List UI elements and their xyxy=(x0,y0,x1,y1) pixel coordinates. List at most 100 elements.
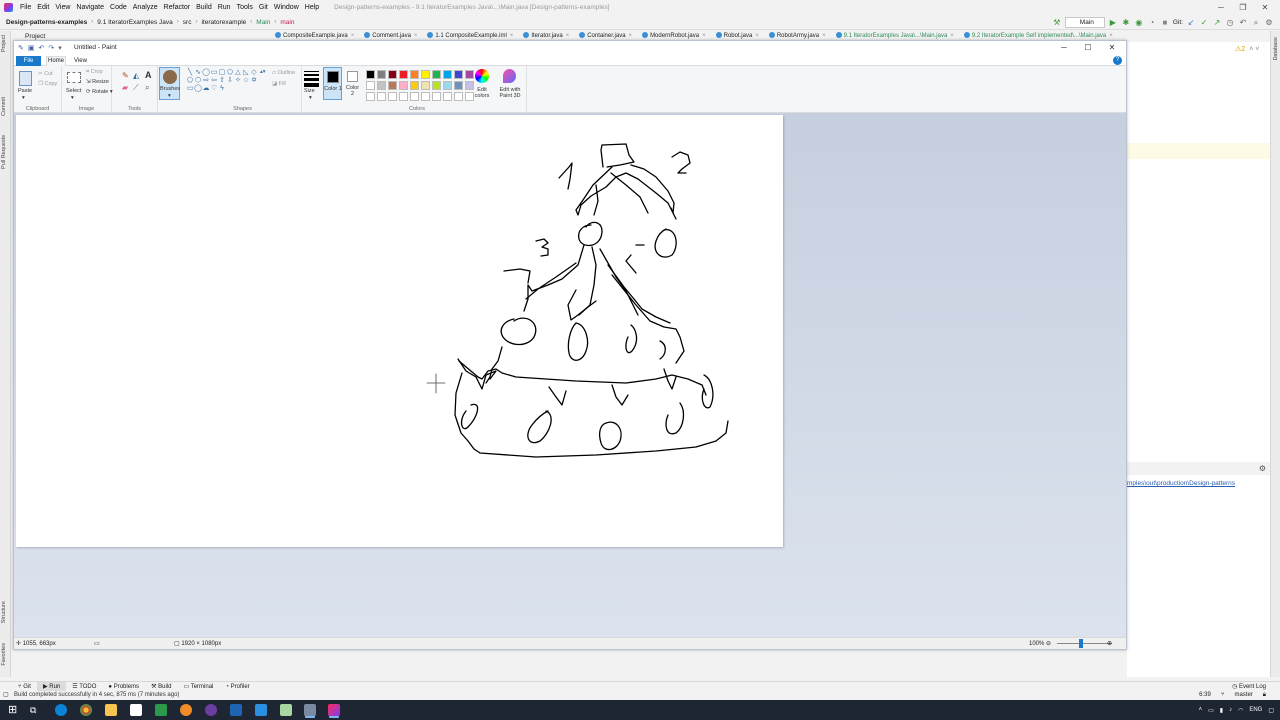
tab-close-icon[interactable]: × xyxy=(510,33,514,39)
drawing-canvas[interactable] xyxy=(16,115,783,547)
breadcrumb-class[interactable]: Main xyxy=(254,19,272,26)
custom-color-slot[interactable] xyxy=(399,92,408,101)
star5-shape-icon[interactable]: ☆ xyxy=(242,77,250,85)
tab-close-icon[interactable]: × xyxy=(822,33,826,39)
paste-dropdown-icon[interactable]: ▾ xyxy=(22,95,25,101)
firefox-icon[interactable] xyxy=(180,704,192,716)
custom-color-slot[interactable] xyxy=(454,92,463,101)
menu-code[interactable]: Code xyxy=(107,0,130,15)
paint-minimize-icon[interactable]: ─ xyxy=(1052,41,1076,55)
tab-close-icon[interactable]: × xyxy=(414,33,418,39)
history-icon[interactable]: ◷ xyxy=(1225,18,1235,28)
cut-button[interactable]: ✂ Cut xyxy=(38,71,53,77)
select-button[interactable]: Select xyxy=(66,88,81,94)
brushes-button[interactable]: Brushes ▾ xyxy=(159,67,180,100)
paint-taskbar-icon[interactable] xyxy=(304,704,316,716)
coverage-icon[interactable]: ◉ xyxy=(1134,18,1144,28)
gear-icon[interactable]: ⚙ xyxy=(1259,464,1266,473)
palette-swatch[interactable] xyxy=(432,70,441,79)
help-icon[interactable]: ? xyxy=(1113,56,1122,65)
palette-swatch[interactable] xyxy=(399,81,408,90)
tab-file[interactable]: File xyxy=(16,56,41,66)
tool-favorites[interactable]: Favorites xyxy=(1,643,7,666)
shapes-gallery[interactable]: ╲ ∿◯▭▢ ⬠ △ ◺ ◇⬠ ⬡ ⇨ ⇦ ⇧ ⇩ ✧ ☆ ✡▭◯☁♡ ϟ xyxy=(186,69,260,93)
star6-shape-icon[interactable]: ✡ xyxy=(250,77,258,85)
status-toggle-icon[interactable]: ▢ xyxy=(3,691,9,700)
tab-view[interactable]: View xyxy=(74,56,87,66)
custom-color-slot[interactable] xyxy=(432,92,441,101)
run-output-path-link[interactable]: mples\out\production\Design-patterns xyxy=(1127,480,1235,487)
fill-bucket-icon[interactable]: ◭ xyxy=(133,71,139,80)
tool-button-git[interactable]: ⑂ Git xyxy=(12,682,37,692)
zoom-out-icon[interactable]: ⊖ xyxy=(1046,638,1051,650)
volume-icon[interactable]: ♪ xyxy=(1229,707,1232,713)
color1-button[interactable]: Color 1 xyxy=(323,67,342,100)
language-indicator[interactable]: ENG xyxy=(1249,707,1262,713)
heart-shape-icon[interactable]: ♡ xyxy=(210,85,218,93)
custom-color-slot[interactable] xyxy=(388,92,397,101)
obs-icon[interactable] xyxy=(205,704,217,716)
file-explorer-icon[interactable] xyxy=(105,704,117,716)
notepad-icon[interactable] xyxy=(280,704,292,716)
breadcrumb-src[interactable]: src xyxy=(181,19,194,26)
windows-start-icon[interactable]: ⊞ xyxy=(8,704,20,716)
tool-commit[interactable]: Commit xyxy=(1,97,7,116)
breadcrumb-project[interactable]: Design-patterns-examples xyxy=(0,19,89,26)
tab-close-icon[interactable]: × xyxy=(755,33,759,39)
tab-close-icon[interactable]: × xyxy=(950,33,954,39)
git-push-icon[interactable]: ↗ xyxy=(1212,18,1222,28)
arrow-down-shape-icon[interactable]: ⇩ xyxy=(226,77,234,85)
select-dropdown-icon[interactable]: ▾ xyxy=(71,95,74,101)
menu-refactor[interactable]: Refactor xyxy=(161,0,193,15)
tool-button-run[interactable]: ▶ Run xyxy=(36,681,67,692)
custom-color-slot[interactable] xyxy=(410,92,419,101)
palette-swatch[interactable] xyxy=(366,70,375,79)
tool-structure[interactable]: Structure xyxy=(1,601,7,623)
hammer-icon[interactable]: ⚒ xyxy=(1052,18,1062,28)
palette-swatch[interactable] xyxy=(366,81,375,90)
close-icon[interactable]: ✕ xyxy=(1254,0,1276,15)
palette-swatch[interactable] xyxy=(454,70,463,79)
tool-button-problems[interactable]: ● Problems xyxy=(102,682,145,692)
tab-close-icon[interactable]: × xyxy=(351,33,355,39)
stop-icon[interactable]: ■ xyxy=(1160,18,1170,28)
paint3d-icon[interactable] xyxy=(503,69,516,83)
color2-button[interactable]: Color 2 xyxy=(344,67,361,100)
rounded-rect-shape-icon[interactable]: ▢ xyxy=(218,69,226,77)
shapes-scroll-icon[interactable]: ▴▾ xyxy=(260,69,266,75)
polygon-shape-icon[interactable]: ⬠ xyxy=(226,69,234,77)
palette-swatch[interactable] xyxy=(410,81,419,90)
git-update-icon[interactable]: ↙ xyxy=(1186,18,1196,28)
run-configuration-select[interactable]: Main xyxy=(1064,17,1105,28)
magnifier-icon[interactable]: ⌕ xyxy=(145,83,149,93)
lock-icon[interactable]: 🔒︎ xyxy=(1263,691,1266,700)
undo-icon[interactable]: ↶ xyxy=(39,44,45,52)
edge-icon[interactable] xyxy=(55,704,67,716)
size-icon[interactable] xyxy=(304,71,319,87)
callout-oval-shape-icon[interactable]: ◯ xyxy=(194,85,202,93)
menu-navigate[interactable]: Navigate xyxy=(73,0,107,15)
menu-tools[interactable]: Tools xyxy=(234,0,256,15)
tool-button-terminal[interactable]: ▭ Terminal xyxy=(177,682,219,692)
fill-button[interactable]: ◪ Fill xyxy=(272,81,286,87)
rotate-button[interactable]: ⟳ Rotate ▾ xyxy=(86,89,113,95)
cursor-position[interactable]: 6:39 xyxy=(1199,691,1211,700)
tool-database[interactable]: Database xyxy=(1273,37,1279,61)
search-icon[interactable]: ⌕ xyxy=(1251,18,1261,28)
palette-swatch[interactable] xyxy=(454,81,463,90)
menu-analyze[interactable]: Analyze xyxy=(130,0,161,15)
palette-swatch[interactable] xyxy=(443,70,452,79)
breadcrumb-method[interactable]: main xyxy=(278,19,296,26)
diamond-shape-icon[interactable]: ◇ xyxy=(250,69,258,77)
minimize-icon[interactable]: ─ xyxy=(1210,0,1232,15)
project-tool-window-button[interactable]: Project xyxy=(11,33,271,40)
tab-home[interactable]: Home xyxy=(46,56,66,66)
outline-button[interactable]: ▱ Outline xyxy=(272,70,295,76)
text-tool-icon[interactable]: A xyxy=(145,70,152,80)
tab-close-icon[interactable]: × xyxy=(629,33,633,39)
tool-button-build[interactable]: ⚒ Build xyxy=(145,682,177,692)
breadcrumb-module[interactable]: 9.1 IteratorExamples Java xyxy=(95,19,175,26)
line-shape-icon[interactable]: ╲ xyxy=(186,69,194,77)
menu-git[interactable]: Git xyxy=(256,0,271,15)
menu-file[interactable]: File xyxy=(17,0,34,15)
